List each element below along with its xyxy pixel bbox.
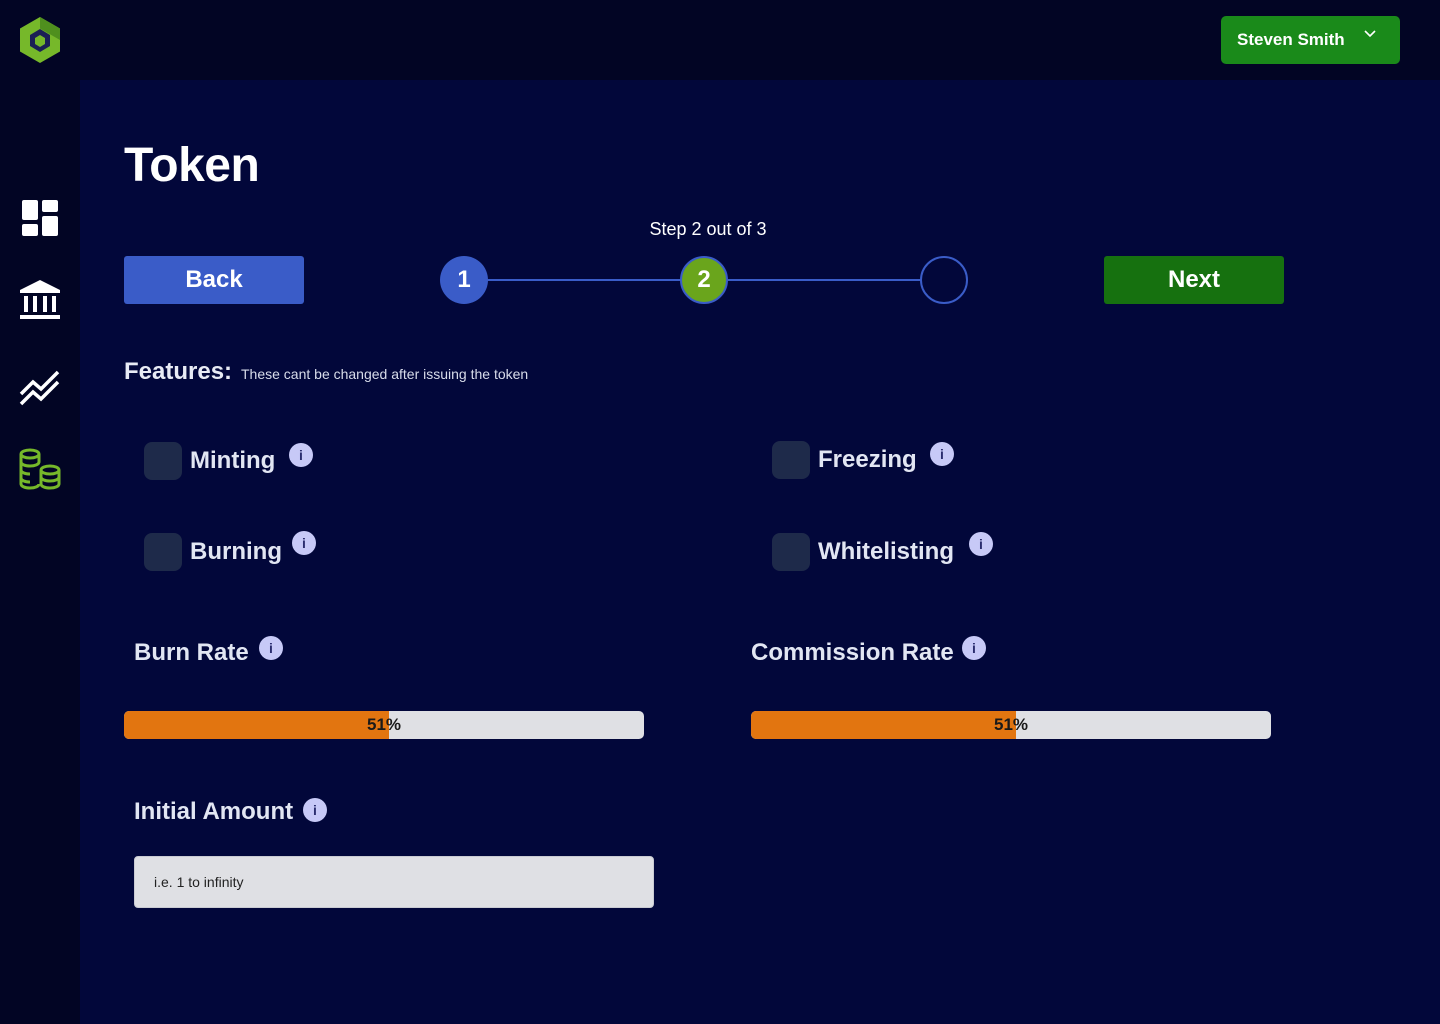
burning-label: Burning [190,538,282,565]
freezing-info-icon[interactable]: i [930,442,954,466]
freezing-label: Freezing [818,446,917,473]
initial-amount-label: Initial Amount [134,798,294,825]
initial-amount-input[interactable] [134,856,654,908]
stepper-connector [486,279,682,281]
app-logo-icon[interactable] [18,16,62,64]
burn-rate-label: Burn Rate [134,639,249,666]
commission-rate-slider[interactable]: 51% [751,711,1271,739]
step-3-indicator[interactable] [920,256,968,304]
minting-label: Minting [190,447,276,474]
step-status: Step 2 out of 3 [649,219,767,239]
minting-checkbox[interactable] [144,442,182,480]
sidebar [0,80,80,1024]
trend-chart-icon[interactable] [18,364,62,408]
freezing-checkbox[interactable] [772,441,810,479]
features-note: These cant be changed after issuing the … [241,366,529,382]
commission-rate-label: Commission Rate [751,639,954,666]
burn-rate-slider[interactable]: 51% [124,711,644,739]
burning-checkbox[interactable] [144,533,182,571]
top-bar: Steven Smith [0,0,1440,80]
chevron-down-icon [1364,30,1376,38]
step-1-indicator[interactable]: 1 [440,256,488,304]
step-2-indicator[interactable]: 2 [680,256,728,304]
burn-rate-value: 51% [366,715,402,734]
burning-info-icon[interactable]: i [292,531,316,555]
user-name: Steven Smith [1237,30,1345,49]
minting-info-icon[interactable]: i [289,443,313,467]
features-heading: Features: [124,358,233,385]
next-button[interactable]: Next [1104,256,1284,304]
stepper-connector [726,279,922,281]
commission-rate-info-icon[interactable]: i [962,636,986,660]
whitelisting-checkbox[interactable] [772,533,810,571]
user-menu-button[interactable]: Steven Smith [1221,16,1400,64]
coins-stack-icon[interactable] [18,448,62,492]
whitelisting-info-icon[interactable]: i [969,532,993,556]
dashboard-icon[interactable] [18,196,62,240]
bank-icon[interactable] [18,278,62,322]
back-button[interactable]: Back [124,256,304,304]
commission-rate-value: 51% [993,715,1029,734]
burn-rate-info-icon[interactable]: i [259,636,283,660]
page-title: Token [124,139,260,192]
whitelisting-label: Whitelisting [818,538,954,565]
initial-amount-info-icon[interactable]: i [303,798,327,822]
